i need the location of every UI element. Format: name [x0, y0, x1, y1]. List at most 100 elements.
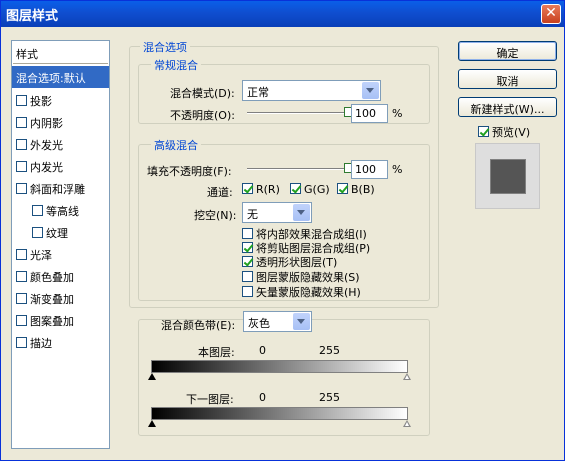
sidebar-item-stroke[interactable]: 描边 [12, 331, 109, 353]
sidebar-item-label: 等高线 [46, 205, 79, 218]
underlying-layer-label: 下一图层: [186, 393, 234, 406]
sidebar-item-color-overlay[interactable]: 颜色叠加 [12, 265, 109, 287]
stroke-checkbox[interactable] [16, 337, 27, 348]
channel-r-checkbox[interactable] [242, 183, 253, 194]
fill-opacity-slider[interactable] [247, 168, 348, 170]
sidebar-item-label: 斜面和浮雕 [30, 183, 85, 196]
sidebar-item-blending-options[interactable]: 混合选项:默认 [12, 66, 109, 88]
color-overlay-checkbox[interactable] [16, 271, 27, 282]
satin-checkbox[interactable] [16, 249, 27, 260]
blend-clipped-checkbox[interactable] [242, 242, 253, 253]
channel-b-option[interactable]: B(B) [337, 183, 375, 196]
sidebar-item-bevel-emboss[interactable]: 斜面和浮雕 [12, 177, 109, 199]
channel-r-label: R(R) [256, 183, 280, 196]
sidebar-item-label: 混合选项:默认 [16, 72, 86, 85]
preview-option[interactable]: 预览(V) [478, 124, 530, 140]
underlying-layer-black-slider[interactable] [148, 420, 156, 427]
fill-opacity-label: 填充不透明度(F): [147, 165, 232, 178]
underlying-layer-gradient[interactable] [151, 407, 408, 420]
this-layer-black-slider[interactable] [148, 373, 156, 380]
texture-checkbox[interactable] [32, 227, 43, 238]
vector-mask-hides-label: 矢量蒙版隐藏效果(H) [256, 286, 361, 299]
sidebar-item-contour[interactable]: 等高线 [12, 199, 109, 221]
sidebar-item-label: 颜色叠加 [30, 271, 74, 284]
knockout-value: 无 [247, 208, 258, 221]
blend-mode-select[interactable]: 正常 [242, 80, 381, 101]
chevron-down-icon [293, 313, 310, 330]
title-bar[interactable]: 图层样式 ✕ [1, 1, 564, 27]
inner-shadow-checkbox[interactable] [16, 117, 27, 128]
inner-glow-checkbox[interactable] [16, 161, 27, 172]
vector-mask-hides-option[interactable]: 矢量蒙版隐藏效果(H) [242, 284, 361, 300]
ok-button[interactable]: 确定 [458, 41, 557, 61]
channel-g-label: G(G) [304, 183, 330, 196]
sidebar-item-satin[interactable]: 光泽 [12, 243, 109, 265]
sidebar-item-label: 外发光 [30, 139, 63, 152]
sidebar-item-label: 内发光 [30, 161, 63, 174]
underlying-layer-min: 0 [259, 391, 266, 404]
channel-b-checkbox[interactable] [337, 183, 348, 194]
cancel-button[interactable]: 取消 [458, 69, 557, 89]
knockout-select[interactable]: 无 [242, 202, 312, 223]
chevron-down-icon [293, 204, 310, 221]
style-list-header[interactable]: 样式 [13, 42, 108, 64]
opacity-unit: % [392, 107, 403, 120]
blend-if-select[interactable]: 灰色 [243, 311, 312, 332]
channel-r-option[interactable]: R(R) [242, 183, 280, 196]
channel-g-checkbox[interactable] [290, 183, 301, 194]
dialog-title: 图层样式 [6, 9, 59, 24]
this-layer-max: 255 [319, 344, 340, 357]
blend-interior-checkbox[interactable] [242, 228, 253, 239]
layer-mask-hides-checkbox[interactable] [242, 271, 253, 282]
sidebar-item-outer-glow[interactable]: 外发光 [12, 133, 109, 155]
chevron-down-icon [362, 82, 379, 99]
this-layer-label: 本图层: [198, 346, 235, 359]
pattern-overlay-checkbox[interactable] [16, 315, 27, 326]
preview-swatch [490, 159, 526, 194]
new-style-button[interactable]: 新建样式(W)... [458, 97, 557, 117]
contour-checkbox[interactable] [32, 205, 43, 216]
style-list: 样式 混合选项:默认 投影 内阴影 外发光 内发光 斜面和浮雕 等高线 纹理 光… [11, 40, 110, 449]
sidebar-item-label: 描边 [30, 337, 52, 350]
preview-label: 预览(V) [492, 126, 531, 139]
fill-opacity-input[interactable]: 100 [351, 160, 388, 179]
sidebar-item-label: 渐变叠加 [30, 293, 74, 306]
blending-options-title: 混合选项 [140, 39, 190, 55]
vector-mask-hides-checkbox[interactable] [242, 286, 253, 297]
sidebar-item-label: 内阴影 [30, 117, 63, 130]
sidebar-item-inner-glow[interactable]: 内发光 [12, 155, 109, 177]
opacity-slider[interactable] [247, 112, 348, 114]
sidebar-item-drop-shadow[interactable]: 投影 [12, 89, 109, 111]
blend-mode-value: 正常 [247, 86, 269, 99]
sidebar-item-label: 光泽 [30, 249, 52, 262]
sidebar-item-pattern-overlay[interactable]: 图案叠加 [12, 309, 109, 331]
preview-checkbox[interactable] [478, 126, 489, 137]
knockout-label: 挖空(N): [194, 209, 237, 222]
bevel-emboss-checkbox[interactable] [16, 183, 27, 194]
general-blending-title: 常规混合 [151, 57, 201, 73]
layer-mask-hides-option[interactable]: 图层蒙版隐藏效果(S) [242, 269, 360, 285]
drop-shadow-checkbox[interactable] [16, 95, 27, 106]
this-layer-min: 0 [259, 344, 266, 357]
underlying-layer-max: 255 [319, 391, 340, 404]
gradient-overlay-checkbox[interactable] [16, 293, 27, 304]
transparency-shapes-label: 透明形状图层(T) [256, 256, 338, 269]
sidebar-item-inner-shadow[interactable]: 内阴影 [12, 111, 109, 133]
transparency-shapes-option[interactable]: 透明形状图层(T) [242, 254, 337, 270]
sidebar-item-texture[interactable]: 纹理 [12, 221, 109, 243]
layer-style-dialog: 图层样式 ✕ 样式 混合选项:默认 投影 内阴影 外发光 内发光 斜面和浮雕 等… [0, 0, 565, 461]
channels-label: 通道: [207, 186, 233, 199]
fill-opacity-unit: % [392, 163, 403, 176]
opacity-input[interactable]: 100 [351, 104, 388, 123]
sidebar-item-gradient-overlay[interactable]: 渐变叠加 [12, 287, 109, 309]
sidebar-item-label: 纹理 [46, 227, 68, 240]
channel-g-option[interactable]: G(G) [290, 183, 330, 196]
this-layer-white-slider[interactable] [403, 373, 411, 380]
blend-if-value: 灰色 [248, 317, 270, 330]
advanced-blending-title: 高级混合 [151, 137, 201, 153]
underlying-layer-white-slider[interactable] [403, 420, 411, 427]
transparency-shapes-checkbox[interactable] [242, 256, 253, 267]
this-layer-gradient[interactable] [151, 360, 408, 373]
outer-glow-checkbox[interactable] [16, 139, 27, 150]
close-icon[interactable]: ✕ [541, 4, 561, 24]
